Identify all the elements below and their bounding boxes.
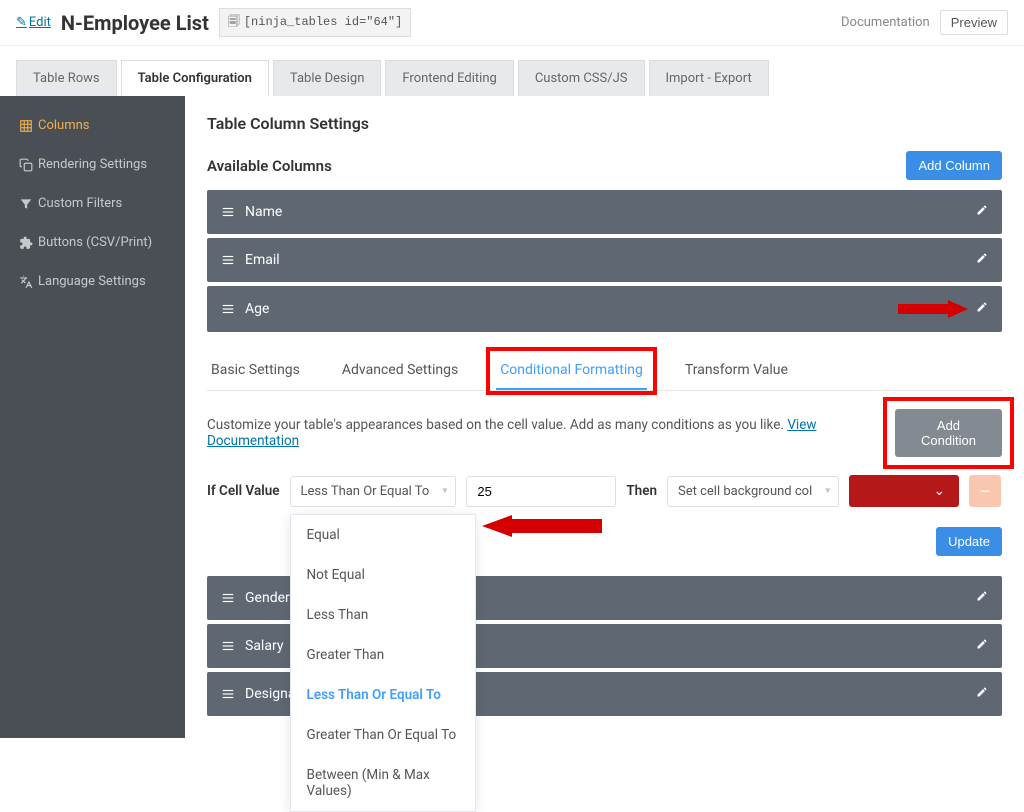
sidebar-item-label: Language Settings	[38, 274, 146, 289]
edit-link[interactable]: ✎Edit	[16, 15, 51, 30]
sidebar-item-rendering[interactable]: Rendering Settings	[0, 145, 185, 184]
tab-table-rows[interactable]: Table Rows	[16, 60, 117, 96]
column-item[interactable]: Name	[207, 190, 1002, 234]
description-row: Customize your table's appearances based…	[207, 409, 1002, 457]
grip-icon[interactable]	[221, 205, 235, 219]
annotation-red-box	[883, 397, 1014, 469]
subtab-advanced[interactable]: Advanced Settings	[338, 352, 462, 390]
column-name: Email	[245, 252, 976, 268]
grip-icon[interactable]	[221, 639, 235, 653]
chevron-down-icon: ▾	[825, 486, 830, 497]
sidebar-item-columns[interactable]: Columns	[0, 106, 185, 145]
minus-icon: −	[980, 481, 991, 502]
sidebar-item-label: Buttons (CSV/Print)	[38, 235, 152, 250]
sidebar-item-label: Custom Filters	[38, 196, 122, 211]
shortcode-box[interactable]: 🗐 [ninja_tables id="64"]	[219, 8, 411, 37]
dropdown-option[interactable]: Not Equal	[291, 555, 475, 595]
page-title: N-Employee List	[61, 11, 209, 35]
pencil-icon[interactable]	[976, 301, 988, 317]
pencil-icon: ✎	[16, 15, 27, 30]
tab-frontend-editing[interactable]: Frontend Editing	[385, 60, 513, 96]
condition-value-input[interactable]	[466, 476, 616, 507]
header-right: Documentation Preview	[841, 10, 1008, 35]
content: Table Column Settings Available Columns …	[185, 96, 1024, 738]
dropdown-option[interactable]: Greater Than Or Equal To	[291, 715, 475, 755]
sidebar-item-label: Columns	[38, 118, 90, 133]
dropdown-option[interactable]: Less Than Or Equal To	[291, 675, 475, 715]
dropdown-option[interactable]: Greater Than	[291, 635, 475, 675]
update-button[interactable]: Update	[936, 527, 1002, 556]
edit-link-label: Edit	[29, 15, 51, 30]
translate-icon	[14, 275, 38, 289]
tab-custom-css-js[interactable]: Custom CSS/JS	[518, 60, 645, 96]
operator-dropdown: Equal Not Equal Less Than Greater Than L…	[290, 514, 476, 812]
annotation-arrow-left	[482, 515, 602, 545]
subtabs: Basic Settings Advanced Settings Conditi…	[207, 352, 1002, 391]
pencil-icon[interactable]	[976, 252, 988, 268]
sidebar-item-label: Rendering Settings	[38, 157, 147, 172]
description-text: Customize your table's appearances based…	[207, 417, 787, 433]
annotation-arrow-right	[898, 300, 968, 318]
sidebar-item-buttons[interactable]: Buttons (CSV/Print)	[0, 223, 185, 262]
condition-row: If Cell Value Less Than Or Equal To ▾ Eq…	[207, 475, 1002, 507]
subtab-transform[interactable]: Transform Value	[681, 352, 792, 390]
pencil-icon[interactable]	[976, 590, 988, 606]
annotation-red-box	[486, 347, 657, 395]
action-select-value: Set cell background col	[678, 484, 812, 499]
documentation-link[interactable]: Documentation	[841, 15, 930, 30]
tab-table-configuration[interactable]: Table Configuration	[121, 60, 269, 96]
copy-icon	[14, 158, 38, 172]
sidebar-item-filters[interactable]: Custom Filters	[0, 184, 185, 223]
pencil-icon[interactable]	[976, 638, 988, 654]
grip-icon[interactable]	[221, 591, 235, 605]
grip-icon[interactable]	[221, 302, 235, 316]
puzzle-icon	[14, 236, 38, 250]
sidebar: Columns Rendering Settings Custom Filter…	[0, 96, 185, 738]
operator-select[interactable]: Less Than Or Equal To ▾	[290, 476, 457, 507]
color-picker[interactable]: ⌄	[849, 475, 959, 507]
column-item[interactable]: Age	[207, 286, 1002, 332]
main-tabbar: Table Rows Table Configuration Table Des…	[0, 46, 1024, 96]
then-label: Then	[626, 483, 657, 499]
pencil-icon[interactable]	[976, 204, 988, 220]
page-icon: 🗐	[228, 15, 240, 29]
chevron-down-icon: ▾	[442, 486, 447, 497]
subtab-basic[interactable]: Basic Settings	[207, 352, 304, 390]
layout: Columns Rendering Settings Custom Filter…	[0, 96, 1024, 738]
tab-import-export[interactable]: Import - Export	[649, 60, 769, 96]
shortcode-text: [ninja_tables id="64"]	[244, 15, 402, 29]
pencil-icon[interactable]	[976, 686, 988, 702]
if-cell-value-label: If Cell Value	[207, 483, 280, 499]
available-columns-title: Available Columns	[207, 157, 332, 175]
section-title: Table Column Settings	[207, 114, 1002, 133]
chevron-down-icon: ⌄	[934, 483, 946, 499]
preview-button[interactable]: Preview	[940, 10, 1008, 35]
filter-icon	[14, 197, 38, 211]
sidebar-item-language[interactable]: Language Settings	[0, 262, 185, 301]
page-header: ✎Edit N-Employee List 🗐 [ninja_tables id=…	[0, 0, 1024, 46]
column-name: Name	[245, 204, 976, 220]
table-icon	[14, 119, 38, 133]
column-item[interactable]: Email	[207, 238, 1002, 282]
add-column-button[interactable]: Add Column	[906, 151, 1002, 180]
tab-table-design[interactable]: Table Design	[273, 60, 381, 96]
dropdown-option[interactable]: Less Than	[291, 595, 475, 635]
dropdown-option[interactable]: Equal	[291, 515, 475, 555]
available-columns-header: Available Columns Add Column	[207, 151, 1002, 180]
dropdown-option[interactable]: Between (Min & Max Values)	[291, 755, 475, 811]
column-name: Age	[245, 301, 898, 317]
operator-select-value: Less Than Or Equal To	[301, 484, 430, 499]
grip-icon[interactable]	[221, 253, 235, 267]
delete-condition-button[interactable]: −	[969, 475, 1001, 507]
action-select[interactable]: Set cell background col ▾	[667, 476, 839, 507]
